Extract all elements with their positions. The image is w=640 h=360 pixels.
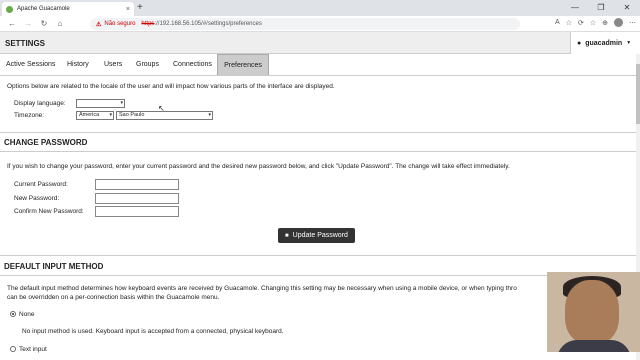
tab-history[interactable]: History [67, 54, 89, 75]
warning-icon[interactable]: ⚠ [96, 21, 101, 28]
display-language-select[interactable] [76, 99, 125, 108]
user-icon: ● [577, 39, 582, 47]
browser-toolbar-icons: A ☆ ⟳ ☆ ⊕ ⋯ [555, 18, 636, 27]
tab-preferences[interactable]: Preferences [217, 54, 269, 75]
user-menu[interactable]: ● guacadmin ▼ [570, 32, 640, 54]
username: guacadmin [585, 39, 623, 47]
tab-active-sessions[interactable]: Active Sessions [6, 54, 55, 75]
confirm-password-label: Confirm New Password: [14, 208, 84, 215]
close-tab-icon[interactable]: × [126, 6, 130, 13]
change-password-title: CHANGE PASSWORD [4, 138, 88, 147]
radio-text-input[interactable] [10, 346, 16, 352]
current-password-label: Current Password: [14, 181, 68, 188]
new-password-field[interactable] [95, 193, 179, 204]
input-method-description-line1: The default input method determines how … [7, 285, 517, 292]
option-none-description: No input method is used. Keyboard input … [22, 328, 284, 335]
collections-icon[interactable]: ⊕ [602, 19, 608, 27]
update-password-button[interactable]: ■ Update Password [278, 228, 355, 243]
favorite-icon[interactable]: ☆ [566, 19, 572, 27]
webcam-face [565, 280, 619, 344]
locale-description: Options below are related to the locale … [7, 83, 335, 90]
guacamole-favicon-icon [6, 5, 13, 13]
lock-icon: ■ [285, 232, 289, 239]
chevron-down-icon: ▼ [626, 40, 632, 46]
new-tab-icon[interactable]: + [137, 2, 143, 13]
tab-users[interactable]: Users [104, 54, 122, 75]
refresh-extension-icon[interactable]: ⟳ [578, 19, 584, 27]
profile-avatar[interactable] [614, 18, 623, 27]
minimize-icon[interactable]: — [562, 0, 588, 16]
settings-header: SETTINGS ● guacadmin ▼ [0, 32, 640, 54]
home-icon[interactable]: ⌂ [52, 19, 68, 28]
maximize-icon[interactable]: ❐ [588, 0, 614, 16]
page-title: SETTINGS [5, 39, 46, 48]
browser-tab-bar: Apache Guacamole × + — ❐ ✕ [0, 0, 640, 16]
more-menu-icon[interactable]: ⋯ [629, 19, 636, 27]
read-aloud-icon[interactable]: A [555, 19, 560, 26]
browser-tab-title: Apache Guacamole [17, 6, 70, 12]
divider [0, 275, 640, 276]
input-method-description-line2: can be overridden on a per-connection ba… [7, 294, 220, 301]
forward-icon[interactable]: → [20, 19, 36, 28]
webcam-shirt [557, 340, 631, 352]
radio-none[interactable] [10, 311, 16, 317]
url-scheme: https [141, 21, 155, 27]
divider [0, 132, 640, 133]
divider [0, 255, 640, 256]
divider [0, 151, 640, 152]
mouse-cursor-icon: ↖ [158, 104, 165, 113]
scrollbar-thumb[interactable] [636, 64, 640, 124]
new-password-label: New Password: [14, 195, 60, 202]
url-path: ://192.168.56.105/#/settings/preferences [154, 21, 262, 27]
reload-icon[interactable]: ↻ [36, 19, 52, 28]
browser-tab[interactable]: Apache Guacamole × [2, 2, 134, 16]
option-text-input-label: Text input [19, 346, 47, 353]
tab-connections[interactable]: Connections [173, 54, 212, 75]
option-none-label: None [19, 311, 35, 318]
tab-groups[interactable]: Groups [136, 54, 159, 75]
url-field[interactable]: ⚠ Não seguro https ://192.168.56.105/#/s… [90, 18, 520, 30]
current-password-field[interactable] [95, 179, 179, 190]
webcam-overlay [547, 272, 640, 352]
timezone-region-select[interactable]: America [76, 111, 114, 120]
security-status[interactable]: Não seguro [104, 21, 135, 27]
timezone-label: Timezone: [14, 112, 45, 119]
window-controls: — ❐ ✕ [562, 0, 640, 16]
address-bar-row: ← → ↻ ⌂ ⚠ Não seguro https ://192.168.56… [0, 16, 640, 32]
change-password-description: If you wish to change your password, ent… [7, 163, 510, 170]
confirm-password-field[interactable] [95, 206, 179, 217]
input-method-title: DEFAULT INPUT METHOD [4, 262, 104, 271]
update-password-label: Update Password [292, 232, 348, 239]
close-window-icon[interactable]: ✕ [614, 0, 640, 16]
display-language-label: Display language: [14, 100, 66, 107]
back-icon[interactable]: ← [4, 19, 20, 28]
favorites-bar-icon[interactable]: ☆ [590, 19, 596, 27]
settings-tabs: Active Sessions History Users Groups Con… [0, 54, 640, 76]
